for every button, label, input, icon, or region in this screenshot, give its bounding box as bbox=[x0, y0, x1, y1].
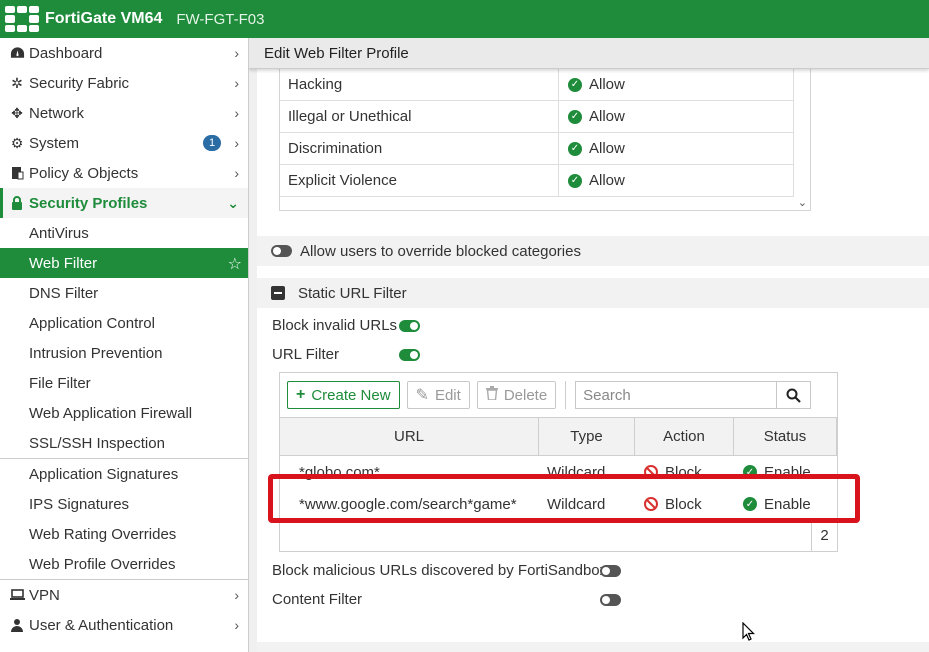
url-filter-toggle[interactable] bbox=[399, 349, 420, 361]
edit-button[interactable]: ✎ Edit bbox=[406, 381, 470, 409]
fortisandbox-toggle[interactable] bbox=[600, 565, 621, 577]
sidebar-item-ssl-ssh-inspection[interactable]: SSL/SSH Inspection bbox=[0, 428, 248, 458]
static-url-section-header[interactable]: Static URL Filter bbox=[257, 278, 929, 308]
product-name: FortiGate VM64 bbox=[45, 10, 163, 27]
next-section-header bbox=[257, 642, 929, 652]
panel-gutter bbox=[249, 69, 257, 652]
check-circle-icon: ✓ bbox=[568, 109, 582, 124]
table-row[interactable]: *www.google.com/search*game* Wildcard Bl… bbox=[280, 488, 837, 520]
sidebar-item-dashboard[interactable]: Dashboard › bbox=[0, 38, 248, 68]
sidebar-item-network[interactable]: ✥ Network › bbox=[0, 98, 248, 128]
column-type[interactable]: Type bbox=[539, 418, 635, 455]
toolbar-divider bbox=[565, 381, 567, 409]
sidebar-item-file-filter[interactable]: File Filter bbox=[0, 368, 248, 398]
hostname: FW-FGT-F03 bbox=[176, 10, 265, 28]
block-icon bbox=[644, 465, 658, 479]
check-circle-icon: ✓ bbox=[568, 141, 582, 156]
override-option: Allow users to override blocked categori… bbox=[257, 236, 929, 266]
override-toggle[interactable] bbox=[271, 245, 292, 257]
notification-badge: 1 bbox=[203, 135, 221, 151]
chevron-down-icon: ⌄ bbox=[227, 195, 239, 211]
delete-button[interactable]: Delete bbox=[476, 381, 557, 409]
user-icon bbox=[8, 618, 26, 632]
dashboard-icon bbox=[8, 46, 26, 60]
content-filter-label: Content Filter bbox=[272, 591, 363, 608]
block-icon bbox=[644, 497, 658, 511]
sidebar-item-antivirus[interactable]: AntiVirus bbox=[0, 218, 248, 248]
chevron-right-icon: › bbox=[234, 587, 239, 603]
main-panel: Edit Web Filter Profile Hacking ✓ Allow I… bbox=[249, 38, 929, 652]
override-label: Allow users to override blocked categori… bbox=[300, 242, 581, 260]
table-row[interactable]: Discrimination ✓ Allow bbox=[280, 133, 810, 165]
laptop-icon bbox=[8, 589, 26, 601]
table-toolbar: + Create New ✎ Edit Delete bbox=[280, 373, 837, 418]
lock-icon bbox=[8, 196, 26, 210]
chevron-right-icon: › bbox=[234, 617, 239, 633]
plus-icon: + bbox=[296, 386, 306, 403]
section-title: Static URL Filter bbox=[298, 284, 407, 302]
url-filter-label: URL Filter bbox=[272, 346, 339, 363]
sidebar: Dashboard › ✲ Security Fabric › ✥ Networ… bbox=[0, 38, 249, 652]
column-status[interactable]: Status bbox=[734, 418, 837, 455]
sidebar-item-ips-signatures[interactable]: IPS Signatures bbox=[0, 489, 248, 519]
page-title: Edit Web Filter Profile bbox=[249, 38, 929, 69]
category-table[interactable]: Hacking ✓ Allow Illegal or Unethical ✓ All… bbox=[279, 69, 811, 211]
check-circle-icon: ✓ bbox=[568, 77, 582, 92]
content-filter-toggle[interactable] bbox=[600, 594, 621, 606]
search-box bbox=[575, 381, 812, 409]
block-invalid-urls-toggle[interactable] bbox=[399, 320, 420, 332]
search-icon[interactable] bbox=[776, 382, 810, 408]
column-url[interactable]: URL bbox=[280, 418, 539, 455]
chevron-down-icon[interactable]: ⌄ bbox=[798, 196, 807, 209]
star-icon[interactable]: ☆ bbox=[228, 254, 242, 274]
fortinet-logo-icon bbox=[5, 6, 39, 32]
network-icon: ✥ bbox=[11, 104, 23, 121]
chevron-right-icon: › bbox=[234, 165, 239, 181]
sidebar-item-security-fabric[interactable]: ✲ Security Fabric › bbox=[0, 68, 248, 98]
trash-icon bbox=[485, 385, 498, 405]
create-new-button[interactable]: + Create New bbox=[287, 381, 400, 409]
search-input[interactable] bbox=[576, 382, 777, 408]
sidebar-item-web-application-firewall[interactable]: Web Application Firewall bbox=[0, 398, 248, 428]
pencil-icon: ✎ bbox=[415, 387, 429, 404]
check-circle-icon: ✓ bbox=[568, 173, 582, 188]
row-count: 2 bbox=[811, 519, 837, 551]
chevron-right-icon: › bbox=[234, 45, 239, 61]
sidebar-item-security-profiles[interactable]: Security Profiles ⌄ bbox=[0, 188, 248, 218]
url-filter-table: +Create New ✎Edit Delete URL Type Action… bbox=[279, 372, 838, 552]
block-invalid-urls-label: Block invalid URLs bbox=[272, 317, 398, 334]
chevron-right-icon: › bbox=[234, 105, 239, 121]
sidebar-item-policy-objects[interactable]: Policy & Objects › bbox=[0, 158, 248, 188]
sidebar-item-system[interactable]: ⚙ System 1 › bbox=[0, 128, 248, 158]
chevron-right-icon: › bbox=[234, 75, 239, 91]
sidebar-item-dns-filter[interactable]: DNS Filter bbox=[0, 278, 248, 308]
sidebar-item-intrusion-prevention[interactable]: Intrusion Prevention bbox=[0, 338, 248, 368]
fortisandbox-label: Block malicious URLs discovered by Forti… bbox=[272, 562, 608, 579]
check-circle-icon: ✓ bbox=[743, 497, 757, 511]
sidebar-item-web-filter[interactable]: Web Filter ☆ bbox=[0, 248, 248, 278]
table-row[interactable]: Hacking ✓ Allow bbox=[280, 69, 810, 101]
sidebar-item-web-profile-overrides[interactable]: Web Profile Overrides bbox=[0, 549, 248, 579]
table-row[interactable]: Explicit Violence ✓ Allow bbox=[280, 165, 810, 197]
sidebar-item-application-control[interactable]: Application Control bbox=[0, 308, 248, 338]
chevron-right-icon: › bbox=[234, 135, 239, 151]
top-bar: FortiGate VM64 FW-FGT-F03 bbox=[0, 0, 929, 38]
column-action[interactable]: Action bbox=[635, 418, 734, 455]
policy-icon bbox=[8, 166, 26, 180]
sidebar-item-web-rating-overrides[interactable]: Web Rating Overrides bbox=[0, 519, 248, 549]
table-row[interactable]: *globo.com* Wildcard Block ✓ Enable bbox=[280, 456, 837, 488]
sidebar-item-application-signatures[interactable]: Application Signatures bbox=[0, 459, 248, 489]
collapse-icon[interactable] bbox=[271, 286, 285, 300]
check-circle-icon: ✓ bbox=[743, 465, 757, 479]
table-header: URL Type Action Status bbox=[280, 418, 837, 456]
sidebar-item-vpn[interactable]: VPN › bbox=[0, 580, 248, 610]
fabric-icon: ✲ bbox=[11, 74, 23, 91]
table-row[interactable]: Illegal or Unethical ✓ Allow bbox=[280, 101, 810, 133]
gear-icon: ⚙ bbox=[10, 134, 24, 151]
mouse-cursor-icon bbox=[742, 622, 755, 641]
scrollbar[interactable]: ⌄ bbox=[794, 69, 810, 210]
sidebar-item-user-authentication[interactable]: User & Authentication › bbox=[0, 610, 248, 640]
